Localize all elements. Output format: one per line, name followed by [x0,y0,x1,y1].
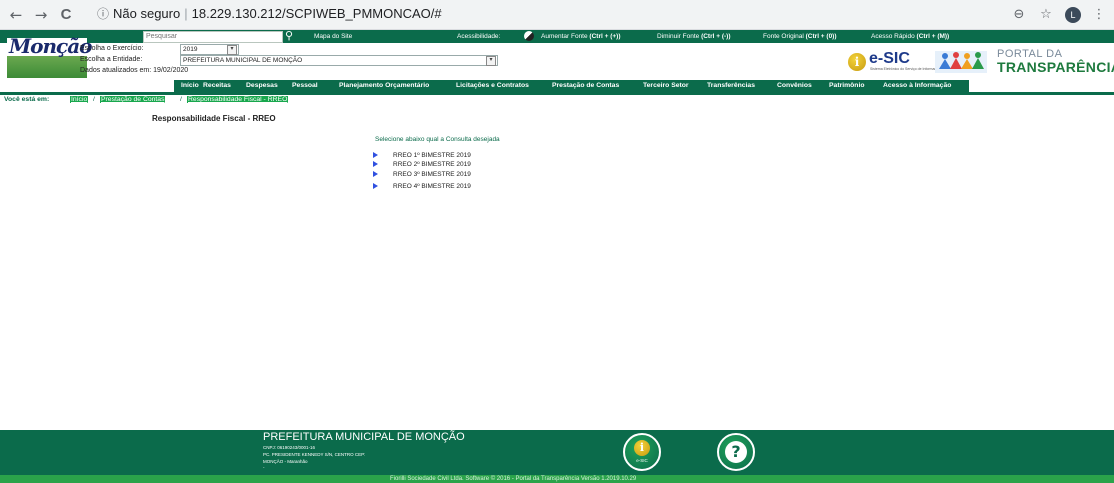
menu-item-acesso-informacao[interactable]: Acesso à Informação [883,80,951,92]
transparency-people-icon [935,51,987,73]
chevron-down-icon[interactable]: ▾ [486,56,496,66]
breadcrumb-item-current[interactable]: Responsabilidade Fiscal - RREO [187,96,289,103]
contrast-icon[interactable] [524,31,534,41]
footer-help-button[interactable]: ? [717,433,755,471]
menu-item-patrimonio[interactable]: Patrimônio [829,80,865,92]
help-icon: ? [725,441,747,463]
esic-label: e-SIC [869,50,910,67]
footer-esic-label: e-SIC [636,458,648,463]
updated-date: Dados atualizados em: 19/02/2020 [80,67,189,74]
report-label[interactable]: RREO 4º BIMESTRE 2019 [393,183,471,190]
menu-divider [0,92,1114,95]
footer-copyright: Fiorilli Sociedade Civil Ltda. Software … [390,476,637,482]
breadcrumb-separator: / [93,96,95,103]
original-font-key: (Ctrl + (0)) [805,33,837,40]
menu-item-terceiro-setor[interactable]: Terceiro Setor [643,80,689,92]
menu-item-licitacoes[interactable]: Licitações e Contratos [456,80,529,92]
footer-city: MONÇÃO - Maranhão [263,459,308,464]
browser-menu-icon[interactable]: ⋮ [1089,5,1109,25]
page-title: Responsabilidade Fiscal - RREO [152,114,276,123]
menu-item-pessoal[interactable]: Pessoal [292,80,318,92]
exercise-label: Escolha o Exercício: [80,45,144,52]
site-footer [0,430,1114,475]
quick-access-key: (Ctrl + (M)) [916,33,950,40]
footer-cnpj: CNPJ: 06190243/0001-16 [263,445,316,450]
menu-item-prestacao[interactable]: Prestação de Contas [552,80,619,92]
chevron-down-icon[interactable]: ▾ [227,45,237,55]
footer-esic-button[interactable]: i e-SIC [623,433,661,471]
exercise-value: 2019 [183,46,198,53]
increase-font-key: (Ctrl + (+)) [589,33,621,40]
footer-dash: - [263,465,265,470]
url-text[interactable]: 18.229.130.212/SCPIWEB_PMMONCAO/# [192,6,442,21]
search-icon[interactable]: ⚲ [285,29,293,42]
portal-title-line2: TRANSPARÊNCIA [997,59,1114,75]
report-label[interactable]: RREO 3º BIMESTRE 2019 [393,171,471,178]
esic-logo[interactable]: i e-SIC Sistema Eletrônico do Serviço de… [848,50,959,72]
arrow-right-icon [373,171,378,178]
footer-org-name: PREFEITURA MUNICIPAL DE MONÇÃO [263,431,465,443]
security-label: Não seguro [113,6,181,21]
original-font-label: Fonte Original [763,33,804,40]
info-icon: i [848,53,866,71]
entity-value: PREFEITURA MUNICIPAL DE MONÇÃO [183,57,303,64]
info-icon[interactable]: ⓘ [97,7,109,21]
menu-item-planejamento[interactable]: Planejamento Orçamentário [339,80,429,92]
url-separator: | [184,6,188,21]
menu-item-despesas[interactable]: Despesas [246,80,278,92]
breadcrumb-item-inicio[interactable]: Início [70,96,89,103]
arrow-right-icon [373,161,378,168]
menu-item-inicio[interactable]: Início [181,80,199,92]
exercise-select[interactable]: 2019 ▾ [180,44,239,55]
profile-avatar[interactable]: L [1065,7,1081,23]
original-font-link[interactable]: Fonte Original (Ctrl + (0)) [763,33,837,40]
increase-font-label: Aumentar Fonte [541,33,588,40]
quick-access-link[interactable]: Acesso Rápido (Ctrl + (M)) [871,33,949,40]
breadcrumb-separator: / [180,96,182,103]
menu-item-transferencias[interactable]: Transferências [707,80,755,92]
breadcrumb-item-prestacao[interactable]: Prestação de Contas [100,96,166,103]
site-map-link[interactable]: Mapa do Site [314,33,352,40]
decrease-font-key: (Ctrl + (-)) [701,33,731,40]
entity-label: Escolha a Entidade: [80,56,143,63]
report-link-2[interactable]: RREO 2º BIMESTRE 2019 [373,160,471,170]
star-icon[interactable]: ☆ [1036,5,1056,25]
report-label[interactable]: RREO 1º BIMESTRE 2019 [393,152,471,159]
instruction-text: Selecione abaixo qual a Consulta desejad… [375,136,500,143]
decrease-font-label: Diminuir Fonte [657,33,700,40]
info-icon: i [634,440,650,456]
increase-font-link[interactable]: Aumentar Fonte (Ctrl + (+)) [541,33,620,40]
menu-item-convenios[interactable]: Convênios [777,80,812,92]
report-label[interactable]: RREO 2º BIMESTRE 2019 [393,161,471,168]
reload-icon[interactable]: C [56,5,76,25]
breadcrumb-label: Você está em: [4,96,50,103]
search-input[interactable] [143,31,283,43]
municipality-logo[interactable]: Monção [7,34,92,78]
report-link-4[interactable]: RREO 4º BIMESTRE 2019 [373,182,471,192]
address-bar[interactable]: ⓘ Não seguro | 18.229.130.212/SCPIWEB_PMMON… [97,4,947,24]
zoom-icon[interactable]: ⊖ [1009,5,1029,25]
quick-access-label: Acesso Rápido [871,33,915,40]
report-link-3[interactable]: RREO 3º BIMESTRE 2019 [373,170,471,180]
arrow-right-icon [373,183,378,190]
footer-address: PC. PRESIDENTE KENNEDY S/N, CENTRO CEP: [263,452,366,457]
entity-select[interactable]: PREFEITURA MUNICIPAL DE MONÇÃO ▾ [180,55,498,66]
accessibility-label: Acessibilidade: [457,33,501,40]
menu-item-receitas[interactable]: Receitas [203,80,231,92]
back-icon[interactable]: ← [6,5,26,25]
decrease-font-link[interactable]: Diminuir Fonte (Ctrl + (-)) [657,33,731,40]
arrow-right-icon [373,152,378,159]
forward-icon[interactable]: → [31,5,51,25]
